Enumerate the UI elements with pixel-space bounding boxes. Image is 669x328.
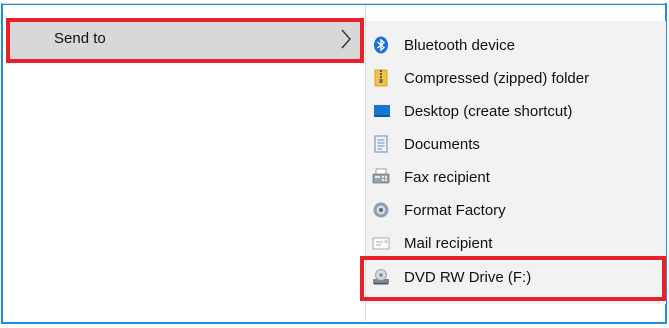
submenu-item-label: Documents <box>404 136 480 153</box>
desktop-icon <box>374 105 390 117</box>
submenu-item-bluetooth[interactable]: Bluetooth device <box>366 29 666 62</box>
submenu-item-label: Format Factory <box>404 202 506 219</box>
submenu-item-desktop[interactable]: Desktop (create shortcut) <box>366 95 666 128</box>
submenu-item-format-factory[interactable]: Format Factory <box>366 194 666 227</box>
submenu-item-label: Fax recipient <box>404 169 490 186</box>
submenu-item-compressed-folder[interactable]: Compressed (zipped) folder <box>366 62 666 95</box>
submenu-item-mail-recipient[interactable]: Mail recipient <box>366 227 666 260</box>
submenu-item-label: Mail recipient <box>404 235 493 252</box>
bluetooth-icon <box>374 36 388 54</box>
send-to-menu-item[interactable]: Send to <box>10 21 360 59</box>
submenu-item-label: DVD RW Drive (F:) <box>404 269 532 286</box>
send-to-label: Send to <box>54 30 106 47</box>
submenu-item-label: Desktop (create shortcut) <box>404 103 573 120</box>
format-factory-icon <box>373 202 389 218</box>
submenu-item-label: Bluetooth device <box>404 37 515 54</box>
submenu-item-dvd-rw-drive[interactable]: DVD RW Drive (F:) <box>366 261 666 294</box>
submenu-item-fax-recipient[interactable]: Fax recipient <box>366 161 666 194</box>
chevron-right-icon <box>341 29 351 49</box>
zip-folder-icon <box>374 69 388 87</box>
top-separator <box>2 3 665 4</box>
submenu-item-label: Compressed (zipped) folder <box>404 70 590 87</box>
dvd-drive-icon <box>373 269 389 285</box>
mail-icon <box>372 237 390 250</box>
fax-icon <box>372 168 390 184</box>
submenu-item-documents[interactable]: Documents <box>366 128 666 161</box>
documents-icon <box>374 135 388 153</box>
send-to-submenu: Bluetooth device Compressed (zipped) fol… <box>366 21 666 304</box>
